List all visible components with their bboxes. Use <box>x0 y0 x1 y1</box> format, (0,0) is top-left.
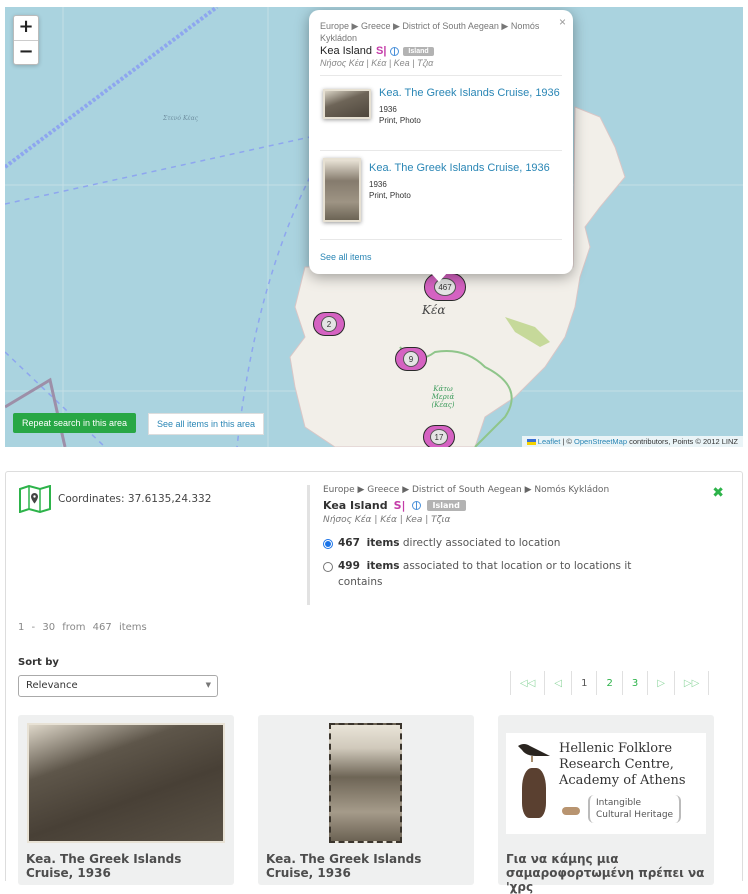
popup-see-all-link[interactable]: See all items <box>320 252 372 262</box>
direct-items-radio[interactable] <box>323 539 333 549</box>
map-attribution: Leaflet | © OpenStreetMap contributors, … <box>521 436 743 447</box>
coordinates-block: Coordinates: 37.6135,24.332 <box>18 485 211 513</box>
place-type-badge: Island <box>426 500 466 511</box>
popup-item-title[interactable]: Kea. The Greek Islands Cruise, 1936 <box>379 87 560 99</box>
last-page-button[interactable]: ▷▷ <box>673 671 710 695</box>
zoom-in-button[interactable]: + <box>14 16 38 40</box>
popup-tip <box>430 272 448 282</box>
popup-item-title[interactable]: Kea. The Greek Islands Cruise, 1936 <box>369 162 550 174</box>
card-title[interactable]: Kea. The Greek Islands Cruise, 1936 <box>26 852 231 880</box>
popup-close-button[interactable]: × <box>559 15 566 29</box>
option-items-label: items <box>366 560 400 572</box>
popup-breadcrumb: Europe ▶ Greece ▶ District of South Aege… <box>320 21 540 43</box>
map-pin-icon <box>19 485 51 513</box>
results-range: 1 - 30 from 467 items <box>18 622 147 633</box>
first-page-button[interactable]: ◁◁ <box>510 671 544 695</box>
logo-line: Academy of Athens <box>559 773 686 788</box>
place-type-badge: Island <box>403 46 434 56</box>
zoom-out-button[interactable]: − <box>14 40 38 64</box>
attribution-text: contributors, Points © 2012 LINZ <box>627 437 738 446</box>
popup-item-year: 1936 <box>369 180 387 189</box>
option-count: 499 <box>338 560 360 572</box>
ukraine-flag-icon <box>526 439 536 446</box>
sea-label: Στενό Κέας <box>163 115 199 122</box>
card-image[interactable] <box>27 723 225 843</box>
results-panel: Coordinates: 37.6135,24.332 Europe ▶ Gre… <box>5 471 743 894</box>
globe-icon[interactable] <box>411 501 421 510</box>
next-page-button[interactable]: ▷ <box>647 671 674 695</box>
sort-select[interactable]: Relevance ▼ <box>18 675 218 697</box>
close-location-button[interactable]: ✖ <box>712 485 724 501</box>
logo-line: Research Centre, <box>559 757 674 772</box>
island-label: Κέα <box>422 303 446 317</box>
direct-items-option[interactable]: 467 items directly associated to locatio… <box>323 535 717 551</box>
attribution-separator: | © <box>560 437 575 446</box>
cluster-count: 9 <box>403 351 419 367</box>
pagination: ◁◁ ◁ 1 2 3 ▷ ▷▷ <box>510 671 710 695</box>
osm-link[interactable]: OpenStreetMap <box>574 437 627 446</box>
logo-subtext: Intangible Cultural Heritage <box>588 795 682 823</box>
cluster-count: 17 <box>430 429 448 445</box>
see-all-in-area-button[interactable]: See all items in this area <box>148 413 265 435</box>
divider <box>320 239 562 240</box>
logo-text: Hellenic Folklore Research Centre, Acade… <box>559 741 686 789</box>
globe-icon[interactable] <box>390 46 400 56</box>
item-thumbnail[interactable] <box>323 89 371 119</box>
card-title[interactable]: Kea. The Greek Islands Cruise, 1936 <box>266 852 471 880</box>
divider <box>320 150 562 151</box>
popup-item: Kea. The Greek Islands Cruise, 1936 1936… <box>320 83 562 143</box>
location-info: Europe ▶ Greece ▶ District of South Aege… <box>307 485 717 605</box>
result-card[interactable]: Kea. The Greek Islands Cruise, 1936 <box>18 715 234 885</box>
page-2-button[interactable]: 2 <box>596 671 621 695</box>
contained-items-option[interactable]: 499 items associated to that location or… <box>323 558 717 590</box>
coordinates-text: Coordinates: 37.6135,24.332 <box>58 493 212 505</box>
logo-line: Hellenic Folklore <box>559 741 673 756</box>
totem-logo-icon <box>522 768 546 818</box>
popup-item: Kea. The Greek Islands Cruise, 1936 1936… <box>320 158 562 232</box>
divider <box>320 75 562 76</box>
option-count: 467 <box>338 537 360 549</box>
cluster-marker[interactable]: 17 <box>423 425 455 447</box>
popup-place-name: Kea Island <box>320 45 372 57</box>
location-alt-names: Νήσος Κέα | Κέα | Kea | Τζια <box>323 515 451 525</box>
prev-page-button[interactable]: ◁ <box>544 671 571 695</box>
page-1-button[interactable]: 1 <box>571 671 596 695</box>
location-name: Kea Island <box>323 499 388 512</box>
zoom-control: + − <box>13 15 39 65</box>
popup-item-type: Print, Photo <box>369 191 411 200</box>
card-title[interactable]: Για να κάμης μια σαμαροφορτωμένη πρέπει … <box>506 852 711 894</box>
location-breadcrumb: Europe ▶ Greece ▶ District of South Aege… <box>323 485 610 495</box>
sort-label: Sort by <box>18 657 59 668</box>
bird-logo-icon <box>518 744 550 762</box>
option-items-label: items <box>366 537 400 549</box>
cluster-marker[interactable]: 2 <box>313 312 345 336</box>
result-card[interactable]: Kea. The Greek Islands Cruise, 1936 <box>258 715 474 885</box>
item-thumbnail[interactable] <box>323 158 361 222</box>
contained-items-radio[interactable] <box>323 562 333 572</box>
source-icon[interactable]: S| <box>394 499 406 512</box>
cluster-marker[interactable]: 9 <box>395 347 427 371</box>
popup-item-type: Print, Photo <box>379 116 421 125</box>
region-label: Κάτω Μεριά (Κέας) <box>431 385 455 409</box>
logo-subline: Cultural Heritage <box>596 810 674 820</box>
popup-item-year: 1936 <box>379 105 397 114</box>
card-image[interactable]: Hellenic Folklore Research Centre, Acade… <box>506 733 706 834</box>
option-text: directly associated to location <box>399 537 561 549</box>
location-place: Kea Island S| Island <box>323 499 717 512</box>
card-image[interactable] <box>329 723 402 843</box>
map-popup: × Europe ▶ Greece ▶ District of South Ae… <box>309 10 573 274</box>
map[interactable]: Στενό Κέας Κέα Κάτω Μεριά (Κέας) + − 467… <box>5 7 743 447</box>
hand-logo-icon <box>562 807 580 815</box>
source-icon[interactable]: S| <box>376 45 386 57</box>
cluster-count: 2 <box>321 316 337 332</box>
repeat-search-button[interactable]: Repeat search in this area <box>13 413 137 433</box>
popup-place: Kea Island S| Island <box>320 45 562 57</box>
leaflet-link[interactable]: Leaflet <box>538 437 561 446</box>
sort-value: Relevance <box>26 680 78 691</box>
chevron-down-icon: ▼ <box>205 681 211 689</box>
logo-subline: Intangible <box>596 798 642 808</box>
page-3-button[interactable]: 3 <box>621 671 647 695</box>
popup-alt-names: Νήσος Κέα | Κέα | Kea | Τζια <box>320 58 434 68</box>
result-card[interactable]: Hellenic Folklore Research Centre, Acade… <box>498 715 714 894</box>
